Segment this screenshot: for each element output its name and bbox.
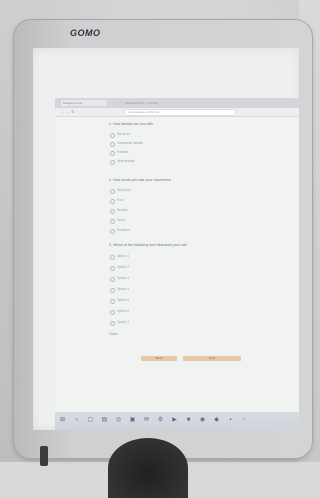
answer-option[interactable]: Option 3	[109, 276, 129, 282]
app3-icon[interactable]: ▫	[241, 417, 248, 424]
start-icon[interactable]: ⊞	[59, 417, 66, 424]
browser-tab-bar: Google Forms Google Forms — Survey	[55, 98, 299, 108]
question-title: 1. How familiar are you with	[109, 122, 154, 126]
answer-option[interactable]: Familiar	[109, 150, 128, 156]
explorer-icon[interactable]: ▤	[101, 417, 108, 424]
back-button[interactable]: Back	[141, 356, 177, 361]
answer-option[interactable]: Excellent	[110, 228, 130, 234]
answer-option[interactable]: Option 4	[109, 287, 129, 293]
answer-option[interactable]: Poor	[110, 198, 124, 204]
answer-option[interactable]: Option 1	[109, 254, 129, 260]
board-stand-left	[40, 446, 48, 466]
answer-option[interactable]: Neutral	[109, 208, 127, 214]
address-bar[interactable]: docs.google.com/forms	[125, 109, 235, 115]
answer-option[interactable]: Very familiar	[110, 159, 135, 165]
task-view-icon[interactable]: ▢	[87, 417, 94, 424]
answer-option[interactable]: Option 5	[109, 298, 129, 304]
other-answer-label: Other:	[109, 332, 119, 336]
brand-logo: GOMO	[70, 28, 101, 38]
answer-option[interactable]: Not at all	[110, 132, 130, 138]
settings-icon[interactable]: ⚙	[157, 417, 164, 424]
answer-option[interactable]: Good	[110, 218, 125, 224]
mail-icon[interactable]: ✉	[143, 417, 150, 424]
store-icon[interactable]: ▣	[129, 417, 136, 424]
browser-address-row: ← → ↻ docs.google.com/forms	[55, 108, 299, 117]
answer-option[interactable]: Very poor	[110, 188, 131, 194]
projected-desktop: Google Forms Google Forms — Survey ← → ↻…	[55, 98, 299, 430]
answer-option[interactable]: Option 2	[109, 265, 129, 271]
answer-option[interactable]: Somewhat familiar	[109, 141, 143, 147]
taskbar: ⊞ ○ ▢ ▤ ◎ ▣ ✉ ⚙ ▶ ■ ◉ ◆ ▪ ▫	[55, 412, 299, 430]
search-icon[interactable]: ○	[73, 417, 80, 424]
question-title: 3. Which of the following best describes…	[109, 243, 188, 247]
question-title: 2. How would you rate your experience	[109, 178, 172, 182]
presenter-head	[108, 438, 188, 498]
projected-screen: Google Forms Google Forms — Survey ← → ↻…	[33, 48, 299, 430]
app-icon[interactable]: ◆	[213, 417, 220, 424]
answer-option[interactable]: Option 6	[109, 309, 129, 315]
browser-tab[interactable]: Google Forms	[61, 100, 107, 106]
form-page: 1. How familiar are you with Not at all …	[109, 120, 259, 370]
browser-icon[interactable]: ◎	[115, 417, 122, 424]
answer-option[interactable]: Option 7	[109, 320, 129, 326]
nav-buttons[interactable]: ← → ↻	[61, 110, 75, 114]
tab-strip-text: Google Forms — Survey	[125, 101, 159, 105]
next-button[interactable]: Next	[183, 356, 241, 361]
media-icon[interactable]: ▶	[171, 417, 178, 424]
chrome-icon[interactable]: ◉	[199, 417, 206, 424]
word-icon[interactable]: ■	[185, 417, 192, 424]
app2-icon[interactable]: ▪	[227, 417, 234, 424]
